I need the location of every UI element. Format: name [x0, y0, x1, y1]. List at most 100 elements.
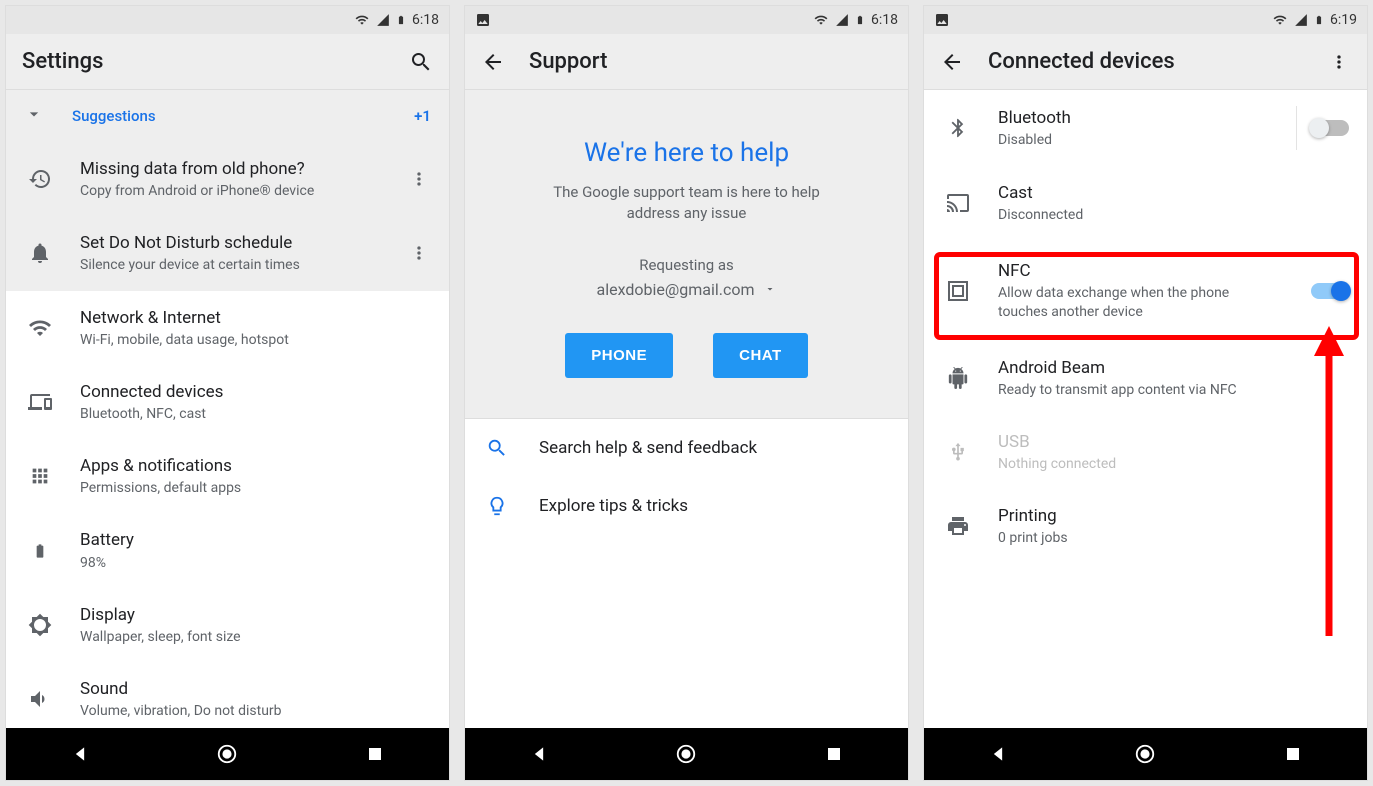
item-title: Sound: [80, 678, 431, 700]
settings-battery[interactable]: Battery 98%: [6, 513, 449, 587]
home-nav-icon[interactable]: [672, 740, 700, 768]
bell-icon: [24, 241, 56, 265]
item-title: Bluetooth: [998, 107, 1272, 129]
status-time: 6:19: [1330, 12, 1357, 28]
search-help-row[interactable]: Search help & send feedback: [465, 419, 908, 477]
printing-row[interactable]: Printing 0 print jobs: [924, 489, 1367, 563]
settings-sound[interactable]: Sound Volume, vibration, Do not disturb: [6, 662, 449, 728]
cell-signal-icon: [376, 13, 390, 27]
settings-list: Suggestions +1 Missing data from old pho…: [6, 90, 449, 728]
suggestion-dnd[interactable]: Set Do Not Disturb schedule Silence your…: [6, 216, 449, 290]
item-subtitle: Nothing connected: [998, 455, 1349, 473]
chat-button[interactable]: CHAT: [713, 333, 808, 378]
print-icon: [942, 514, 974, 538]
item-title: USB: [998, 431, 1349, 453]
settings-connected-devices[interactable]: Connected devices Bluetooth, NFC, cast: [6, 365, 449, 439]
cell-signal-icon: [835, 13, 849, 27]
devices-icon: [24, 390, 56, 414]
phone-connected-devices: 6:19 Connected devices Bluetooth Disable…: [924, 6, 1367, 780]
lightbulb-icon: [483, 495, 511, 517]
bluetooth-toggle[interactable]: [1311, 120, 1349, 136]
recents-nav-icon[interactable]: [820, 740, 848, 768]
wifi-icon: [24, 316, 56, 340]
item-subtitle: Wi-Fi, mobile, data usage, hotspot: [80, 331, 431, 349]
back-nav-icon[interactable]: [525, 740, 553, 768]
image-notification-icon: [934, 12, 950, 28]
item-title: Network & Internet: [80, 307, 431, 329]
nav-bar: [6, 728, 449, 780]
back-nav-icon[interactable]: [66, 740, 94, 768]
nfc-toggle[interactable]: [1311, 283, 1349, 299]
back-nav-icon[interactable]: [984, 740, 1012, 768]
wifi-icon: [354, 13, 370, 27]
suggestions-row[interactable]: Suggestions +1: [6, 90, 449, 142]
item-subtitle: Copy from Android or iPhone® device: [80, 182, 383, 200]
battery-icon: [396, 12, 406, 28]
settings-display[interactable]: Display Wallpaper, sleep, font size: [6, 588, 449, 662]
support-headline: We're here to help: [489, 138, 884, 168]
battery-icon: [1314, 12, 1324, 28]
home-nav-icon[interactable]: [213, 740, 241, 768]
search-help-icon: [483, 437, 511, 459]
item-subtitle: Bluetooth, NFC, cast: [80, 405, 431, 423]
item-title: Set Do Not Disturb schedule: [80, 232, 383, 254]
battery-icon: [855, 12, 865, 28]
battery-icon: [24, 539, 56, 563]
page-title: Connected devices: [988, 49, 1303, 74]
settings-apps[interactable]: Apps & notifications Permissions, defaul…: [6, 439, 449, 513]
more-icon[interactable]: [407, 169, 431, 189]
requesting-as-dropdown[interactable]: alexdobie@gmail.com: [597, 280, 777, 299]
suggestion-missing-data[interactable]: Missing data from old phone? Copy from A…: [6, 142, 449, 216]
item-subtitle: Volume, vibration, Do not disturb: [80, 702, 431, 720]
nav-bar: [465, 728, 908, 780]
chevron-down-icon: [764, 280, 776, 299]
item-subtitle: Wallpaper, sleep, font size: [80, 628, 431, 646]
item-title: NFC: [998, 260, 1287, 282]
bluetooth-row[interactable]: Bluetooth Disabled: [924, 90, 1367, 166]
page-title: Support: [529, 49, 892, 74]
back-icon[interactable]: [940, 50, 964, 74]
connected-list: Bluetooth Disabled Cast Disconnected NFC…: [924, 90, 1367, 728]
support-subhead: The Google support team is here to help …: [537, 182, 837, 224]
status-bar: 6:18: [6, 6, 449, 34]
settings-network[interactable]: Network & Internet Wi-Fi, mobile, data u…: [6, 291, 449, 365]
requesting-as-value: alexdobie@gmail.com: [597, 280, 755, 299]
more-icon[interactable]: [1327, 50, 1351, 74]
recents-nav-icon[interactable]: [361, 740, 389, 768]
android-beam-row[interactable]: Android Beam Ready to transmit app conte…: [924, 341, 1367, 415]
image-notification-icon: [475, 12, 491, 28]
cast-row[interactable]: Cast Disconnected: [924, 166, 1367, 240]
requesting-as-label: Requesting as: [489, 256, 884, 274]
phone-support: 6:18 Support We're here to help The Goog…: [465, 6, 908, 780]
nav-bar: [924, 728, 1367, 780]
nfc-row[interactable]: NFC Allow data exchange when the phone t…: [924, 240, 1367, 340]
app-bar: Settings: [6, 34, 449, 90]
wifi-icon: [813, 13, 829, 27]
suggestions-label: Suggestions: [72, 107, 156, 125]
item-title: Battery: [80, 529, 431, 551]
chevron-down-icon: [24, 104, 44, 128]
suggestions-count: +1: [414, 107, 431, 125]
status-time: 6:18: [412, 12, 439, 28]
back-icon[interactable]: [481, 50, 505, 74]
more-icon[interactable]: [407, 243, 431, 263]
explore-tips-row[interactable]: Explore tips & tricks: [465, 477, 908, 535]
phone-settings: 6:18 Settings Suggestions +1 Missing dat…: [6, 6, 449, 780]
cast-icon: [942, 191, 974, 215]
item-title: Missing data from old phone?: [80, 158, 383, 180]
recents-nav-icon[interactable]: [1279, 740, 1307, 768]
explore-tips-label: Explore tips & tricks: [539, 496, 688, 516]
home-nav-icon[interactable]: [1131, 740, 1159, 768]
item-subtitle: 98%: [80, 554, 431, 572]
page-title: Settings: [22, 49, 385, 74]
support-content: We're here to help The Google support te…: [465, 90, 908, 728]
status-bar: 6:18: [465, 6, 908, 34]
app-bar: Support: [465, 34, 908, 90]
item-subtitle: Disabled: [998, 131, 1272, 149]
search-icon[interactable]: [409, 50, 433, 74]
item-title: Printing: [998, 505, 1349, 527]
apps-icon: [24, 465, 56, 487]
phone-button[interactable]: PHONE: [565, 333, 673, 378]
item-subtitle: 0 print jobs: [998, 529, 1349, 547]
brightness-icon: [24, 613, 56, 637]
